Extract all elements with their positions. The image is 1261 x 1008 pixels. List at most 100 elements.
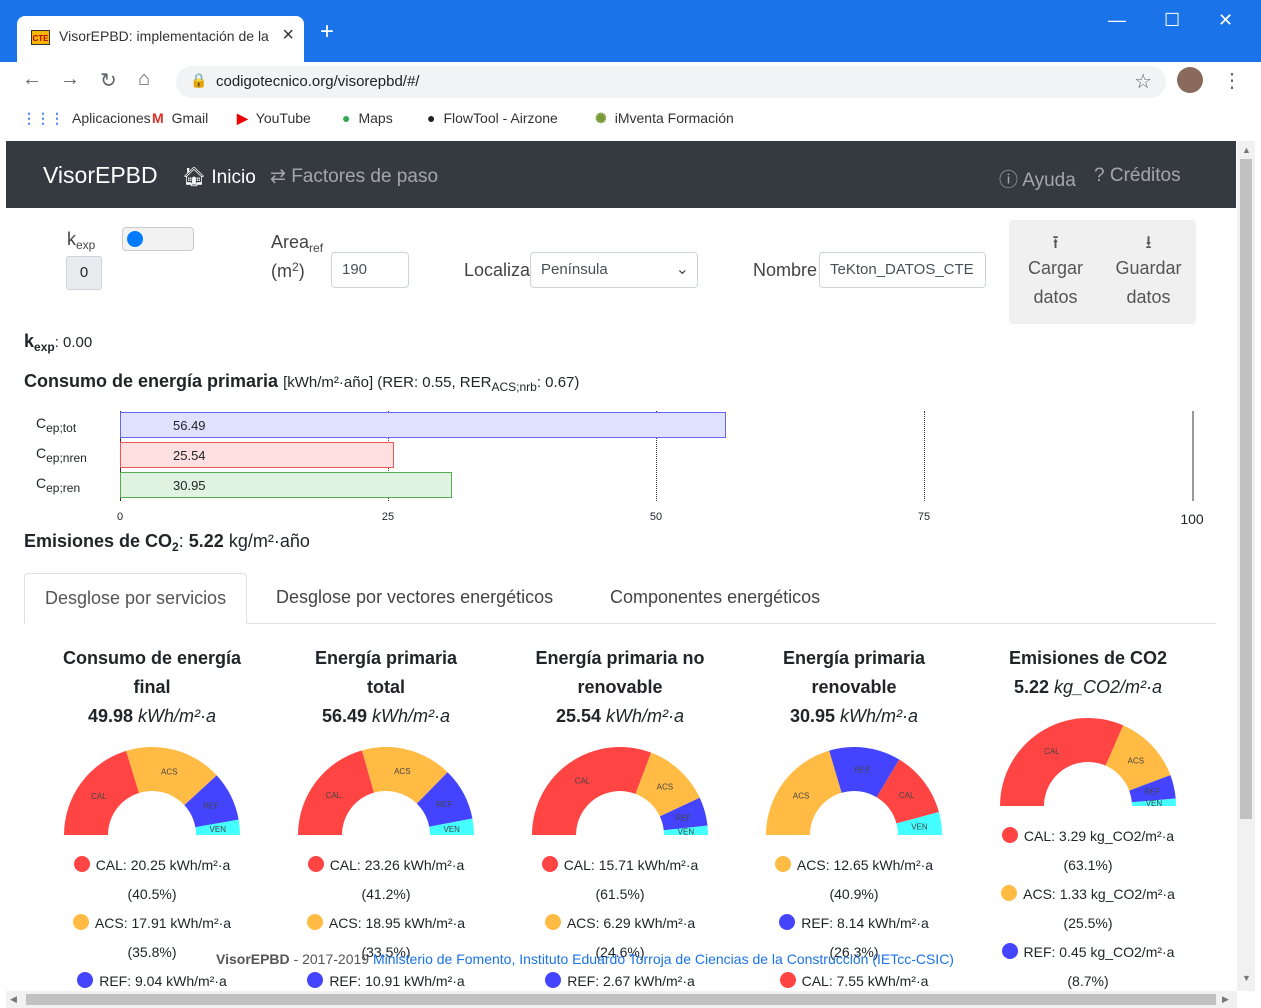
legend-dot-icon	[1001, 943, 1018, 959]
legend-dot-icon	[1001, 885, 1018, 901]
legend-item: ACS: 17.91 kWh/m²·a	[35, 909, 269, 938]
legend-item: CAL: 23.26 kWh/m²·a	[269, 851, 503, 880]
menu-kebab-icon[interactable]: ⋮	[1222, 68, 1242, 93]
gauge-slice-label: ACS	[657, 783, 673, 792]
bar-tick-label: 0	[116, 511, 124, 523]
localiza-select[interactable]: Península ⌄	[530, 252, 698, 288]
navbar-brand[interactable]: VisorEPBD	[43, 162, 158, 189]
consumo-heading: Consumo de energía primaria [kWh/m²·año]…	[24, 371, 580, 394]
browser-chrome: CTE VisorEPBD: implementación de la × + …	[0, 0, 1261, 141]
file-buttons: ⭱ Cargar datos ⭳ Guardar datos	[1009, 220, 1196, 324]
bar-row-label: Cep;nren	[36, 445, 87, 465]
horizontal-scrollbar[interactable]: ◀ ▶	[6, 991, 1237, 1008]
gauge-slice-label: REF	[436, 800, 452, 809]
cargar-datos-button[interactable]: ⭱ Cargar datos	[1009, 220, 1102, 324]
youtube-icon: ▶	[237, 110, 248, 126]
maximize-icon[interactable]: ☐	[1164, 10, 1180, 31]
gmail-icon: M	[152, 110, 164, 126]
home-icon[interactable]: ⌂	[138, 68, 150, 91]
bar-gridline	[924, 411, 925, 501]
guardar-datos-button[interactable]: ⭳ Guardar datos	[1102, 220, 1195, 324]
bar-row-label: Cep;tot	[36, 415, 76, 435]
legend-dot-icon	[541, 856, 558, 872]
area-unit-label: (m2)	[271, 260, 305, 281]
gauge-title: Energía primaria	[314, 648, 458, 668]
nav-ayuda[interactable]: ⓘ Ayuda	[999, 165, 1076, 192]
bookmark-maps[interactable]: ● Maps	[342, 110, 393, 126]
scroll-right-icon[interactable]: ▶	[1222, 994, 1229, 1005]
chevron-down-icon: ⌄	[675, 261, 689, 278]
url-text[interactable]: codigotecnico.org/visorepbd/#/	[216, 73, 419, 90]
legend-dot-icon	[1001, 827, 1018, 843]
footer-credit-link[interactable]: Ministerio de Fomento, Instituto Eduardo…	[373, 951, 954, 967]
bar-value-label: 56.49	[173, 418, 206, 433]
legend-percent: (8.7%)	[1067, 973, 1109, 989]
gauge-slice-label: REF	[854, 766, 870, 775]
tab-vectores[interactable]: Desglose por vectores energéticos	[256, 573, 573, 624]
gauge-slice-label: ACS	[1128, 757, 1144, 766]
new-tab-icon[interactable]: +	[320, 20, 334, 44]
flowtool-icon: ●	[427, 110, 436, 126]
legend-item: ACS: 18.95 kWh/m²·a	[269, 909, 503, 938]
legend-dot-icon	[779, 914, 796, 930]
gauge-title: Emisiones de CO2	[1008, 648, 1168, 668]
lock-icon: 🔒	[190, 72, 208, 88]
gauge-slice-label: VEN	[911, 822, 928, 831]
legend-item: REF: 10.91 kWh/m²·a	[269, 967, 503, 991]
apps-grid-icon: ⋮⋮⋮	[22, 110, 64, 126]
gauge-title-line2: renovable	[577, 677, 663, 697]
back-icon[interactable]: ←	[22, 68, 42, 91]
exchange-icon: ⇄	[270, 166, 286, 187]
forward-icon[interactable]: →	[60, 68, 80, 91]
scroll-left-icon[interactable]: ◀	[10, 994, 17, 1005]
horizontal-scroll-thumb[interactable]	[26, 994, 1216, 1005]
nav-factores[interactable]: ⇄ Factores de paso	[270, 165, 438, 188]
kexp-value-box: 0	[66, 256, 102, 290]
bar-row-label-sub: ep;ren	[46, 481, 81, 495]
legend-item: ACS: 12.65 kWh/m²·a	[737, 851, 971, 880]
vertical-scroll-thumb[interactable]	[1240, 159, 1252, 819]
bookmark-gmail[interactable]: M Gmail	[152, 110, 208, 126]
nav-creditos[interactable]: ? Créditos	[1094, 165, 1181, 187]
tab-servicios[interactable]: Desglose por servicios	[24, 573, 248, 624]
gauge-column: Consumo de energía final 49.98 kWh/m²·a CAL…	[35, 644, 269, 991]
tab-close-icon[interactable]: ×	[282, 24, 294, 47]
kexp-label: kexp	[67, 229, 96, 252]
bookmark-apps[interactable]: ⋮⋮⋮ Aplicaciones	[22, 110, 151, 127]
minimize-icon[interactable]: —	[1108, 10, 1126, 31]
gauge-column: Energía primaria no renovable 25.54 kWh/m²…	[503, 644, 737, 991]
tab-title: VisorEPBD: implementación de la	[59, 28, 269, 44]
bar-row-label-sub: ep;tot	[46, 421, 77, 435]
gauge-slice-label: CAL	[899, 791, 915, 800]
gauge-column: Energía primaria renovable 30.95 kWh/m²·a A…	[737, 644, 971, 991]
kexp-slider-knob[interactable]	[127, 231, 143, 247]
bookmark-youtube[interactable]: ▶ YouTube	[237, 110, 311, 127]
home-icon: 🏠︎	[182, 167, 207, 188]
window-close-icon[interactable]: ✕	[1218, 10, 1233, 31]
question-icon: ?	[1094, 165, 1105, 186]
bar-ep-tot: 56.49	[120, 412, 726, 438]
page-viewport: VisorEPBD 🏠︎ Inicio ⇄ Factores de paso ⓘ…	[6, 141, 1236, 991]
bookmark-imventa[interactable]: ✺ iMventa Formación	[595, 110, 734, 127]
gauge-slice-label: VEN	[443, 825, 460, 834]
bookmark-flowtool[interactable]: ● FlowTool - Airzone	[427, 110, 558, 126]
gauge-slice-label: ACS	[394, 767, 410, 776]
nav-inicio[interactable]: 🏠︎ Inicio	[182, 165, 256, 189]
nombre-input[interactable]: TeKton_DATOS_CTE	[819, 252, 986, 288]
kexp-slider[interactable]	[122, 227, 194, 251]
address-bar[interactable]: 🔒 codigotecnico.org/visorepbd/#/ ☆	[176, 66, 1166, 98]
gauge-title-line2: final	[133, 677, 171, 697]
emisiones-heading: Emisiones de CO2: 5.22 kg/m²·año	[24, 531, 310, 554]
tab-componentes[interactable]: Componentes energéticos	[590, 573, 840, 624]
vertical-scrollbar[interactable]: ▲ ▼	[1237, 141, 1255, 991]
gauge-slice-label: CAL	[575, 777, 591, 786]
scroll-up-icon[interactable]: ▲	[1242, 145, 1251, 155]
area-input[interactable]: 190	[331, 252, 409, 288]
browser-tab[interactable]: CTE VisorEPBD: implementación de la ×	[17, 16, 304, 62]
gauge-slice-label: VEN	[210, 825, 227, 834]
bookmark-star-icon[interactable]: ☆	[1134, 69, 1152, 94]
bar-value-label: 25.54	[173, 448, 206, 463]
scroll-down-icon[interactable]: ▼	[1242, 973, 1251, 983]
profile-avatar[interactable]	[1177, 67, 1203, 93]
reload-icon[interactable]: ↻	[100, 68, 117, 93]
